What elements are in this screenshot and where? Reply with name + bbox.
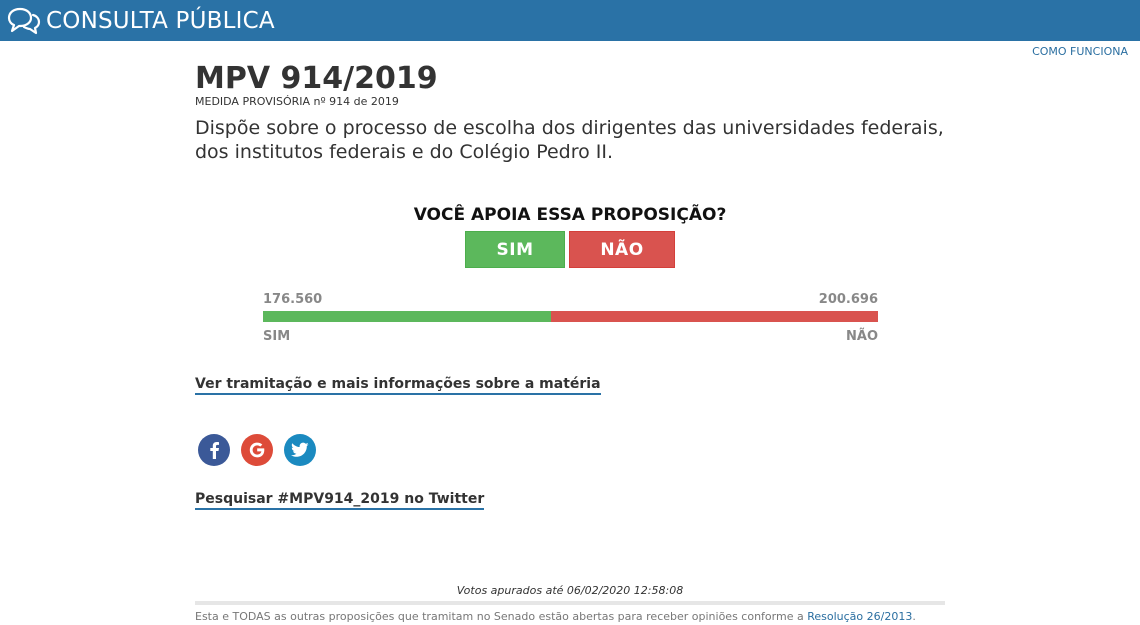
speech-bubbles-icon xyxy=(7,7,41,34)
yes-count: 176.560 xyxy=(263,292,323,307)
vote-no-button[interactable]: NÃO xyxy=(569,231,675,268)
footer-text-prefix: Esta e TODAS as outras proposições que t… xyxy=(195,610,808,623)
results-bar xyxy=(263,311,878,322)
footer-text: Esta e TODAS as outras proposições que t… xyxy=(195,610,945,623)
footer-divider xyxy=(195,601,945,605)
main-content: MPV 914/2019 MEDIDA PROVISÓRIA nº 914 de… xyxy=(195,60,945,623)
footer-text-suffix: . xyxy=(912,610,916,623)
home-logo-link[interactable]: CONSULTA PÚBLICA xyxy=(7,6,275,36)
results-bar-yes xyxy=(263,311,551,322)
no-label: NÃO xyxy=(846,329,878,344)
how-it-works-link[interactable]: COMO FUNCIONA xyxy=(1032,45,1128,58)
vote-results: 176.560 200.696 SIM NÃO xyxy=(263,292,878,347)
summary-line-1: Dispõe sobre o processo de escolha dos d… xyxy=(195,117,944,139)
twitter-search-link[interactable]: Pesquisar #MPV914_2019 no Twitter xyxy=(195,491,485,510)
top-bar: CONSULTA PÚBLICA xyxy=(0,0,1140,41)
social-share xyxy=(198,434,327,466)
site-title: CONSULTA PÚBLICA xyxy=(46,7,275,34)
results-bar-no xyxy=(550,311,878,322)
facebook-share-button[interactable] xyxy=(198,434,230,466)
twitter-share-button[interactable] xyxy=(284,434,316,466)
google-share-button[interactable] xyxy=(241,434,273,466)
summary-line-2: dos institutos federais e do Colégio Ped… xyxy=(195,141,614,163)
more-info-link[interactable]: Ver tramitação e mais informações sobre … xyxy=(195,376,601,395)
no-count: 200.696 xyxy=(818,292,878,307)
resolution-link[interactable]: Resolução 26/2013 xyxy=(807,610,912,623)
page-title: MPV 914/2019 xyxy=(195,61,438,96)
proposition-summary: Dispõe sobre o processo de escolha dos d… xyxy=(195,116,945,164)
facebook-icon xyxy=(210,442,219,459)
twitter-icon xyxy=(291,442,309,457)
google-icon xyxy=(249,442,265,458)
vote-yes-button[interactable]: SIM xyxy=(465,231,565,268)
votes-counted-timestamp: Votos apurados até 06/02/2020 12:58:08 xyxy=(456,584,684,597)
vote-question: VOCÊ APOIA ESSA PROPOSIÇÃO? xyxy=(413,205,727,225)
page-subtitle: MEDIDA PROVISÓRIA nº 914 de 2019 xyxy=(195,95,399,108)
yes-label: SIM xyxy=(263,329,291,344)
